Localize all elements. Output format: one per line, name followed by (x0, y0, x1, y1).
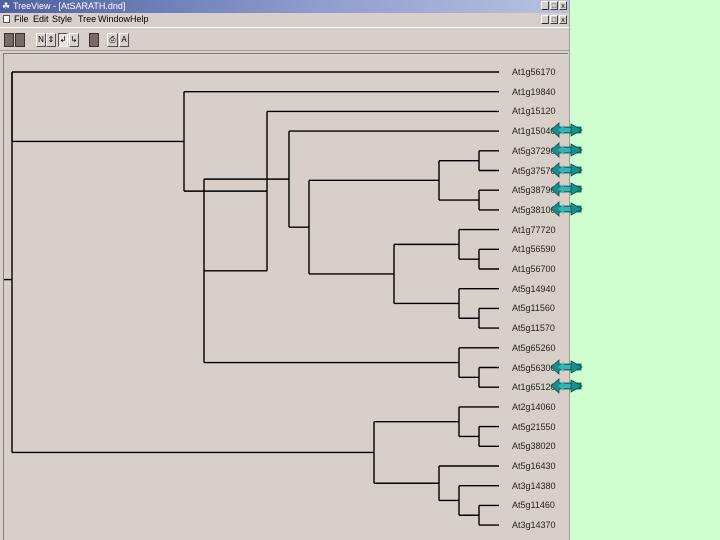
window-controls: _ □ x (541, 1, 567, 10)
leaf-label[interactable]: At5g38020 (512, 440, 556, 452)
doc-minimize-button[interactable]: _ (541, 15, 549, 24)
tool-color-button[interactable] (89, 33, 99, 47)
tool-root-button[interactable]: ↲ (58, 33, 68, 47)
doc-restore-button[interactable]: □ (550, 15, 558, 24)
marker-arrow-icon (550, 141, 583, 158)
leaf-label[interactable]: At1g56170 (512, 66, 556, 78)
print-icon[interactable]: ⎙ (107, 33, 118, 47)
toolbar: N ⇕ ↲ ↳ ⎙ A (0, 27, 569, 51)
leaf-label[interactable]: At1g56700 (512, 263, 556, 275)
app-icon: ☘ (2, 1, 11, 11)
leaf-label[interactable]: At5g11560 (512, 302, 555, 314)
menu-window[interactable]: Window (98, 13, 130, 26)
menu-file[interactable]: File (14, 13, 29, 26)
leaf-label[interactable]: At5g14940 (512, 283, 556, 295)
treeview-window: ☘ TreeView - [AtSARATH.dnd] _ □ x File E… (0, 0, 570, 540)
font-button[interactable]: A (119, 33, 129, 47)
leaf-label[interactable]: At3g14370 (512, 519, 556, 531)
menu-help[interactable]: Help (130, 13, 149, 26)
close-button[interactable]: x (559, 1, 567, 10)
title-bar: ☘ TreeView - [AtSARATH.dnd] _ □ x (0, 0, 569, 13)
leaf-label[interactable]: At5g21550 (512, 421, 556, 433)
marker-arrow-icon (550, 181, 583, 198)
minimize-button[interactable]: _ (541, 1, 549, 10)
leaf-label[interactable]: At1g15120 (512, 105, 556, 117)
leaf-label[interactable]: At5g65260 (512, 342, 556, 354)
marker-arrow-icon (550, 358, 583, 375)
tool-expand-button[interactable]: ⇕ (46, 33, 56, 47)
leaf-label[interactable]: At5g11570 (512, 322, 555, 334)
window-title: TreeView - [AtSARATH.dnd] (13, 1, 126, 11)
document-icon[interactable] (3, 15, 10, 23)
leaf-label[interactable]: At5g16430 (512, 460, 556, 472)
maximize-button[interactable]: □ (550, 1, 558, 10)
leaf-label[interactable]: At5g11460 (512, 499, 555, 511)
marker-arrow-icon (550, 122, 583, 138)
leaf-label[interactable]: At1g56590 (512, 243, 556, 255)
menu-style[interactable]: Style (52, 13, 72, 26)
leaf-label[interactable]: At1g77720 (512, 224, 556, 236)
tool-rectangular-tree[interactable] (4, 33, 14, 47)
marker-arrow-icon (550, 378, 583, 395)
menu-bar: File Edit Style Tree Window Help _ □ x (0, 13, 569, 26)
leaf-label[interactable]: At3g14380 (512, 480, 556, 492)
menu-edit[interactable]: Edit (33, 13, 49, 26)
marker-arrow-icon (550, 161, 583, 178)
menu-tree[interactable]: Tree (78, 13, 96, 26)
phylogenetic-tree (4, 71, 499, 526)
marker-arrow-icon (550, 201, 583, 217)
tool-reroot-button[interactable]: ↳ (69, 33, 79, 47)
document-controls: _ □ x (541, 15, 567, 24)
leaf-label[interactable]: At2g14060 (512, 401, 556, 413)
leaf-label[interactable]: At1g19840 (512, 86, 556, 98)
doc-close-button[interactable]: x (559, 15, 567, 24)
tool-name-button[interactable]: N (36, 33, 46, 47)
tree-canvas: At1g56170 At1g19840 At1g15120 At1g15040 At5g… (3, 53, 568, 540)
tool-slanted-tree[interactable] (15, 33, 25, 47)
